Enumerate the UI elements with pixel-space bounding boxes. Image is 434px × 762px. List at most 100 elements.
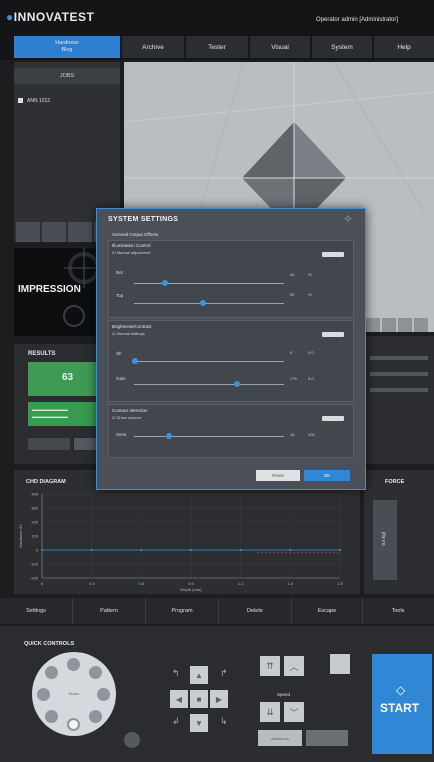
focus-square-button[interactable] [330,654,350,674]
image-tool-button[interactable] [366,318,380,332]
panel-tile[interactable] [42,222,66,242]
nav-visual[interactable]: Visual [250,36,311,58]
slider-thumb[interactable] [200,300,206,306]
autofocus-button[interactable]: Autofocus [258,730,302,746]
reset-button[interactable]: Reset [256,470,300,481]
slider-label: Bot [116,270,123,275]
aux-round-button[interactable] [124,732,140,748]
innovatest-logo: ●INNOVATEST [6,10,95,24]
z-fast-down-button[interactable]: ⇊ [260,702,280,722]
slider-track[interactable] [134,303,284,304]
toolbar-settings[interactable]: Settings [0,598,73,624]
x-axis-label: Depth (mm) [180,587,202,592]
y-tick-label: 200 [31,520,38,525]
turret-position[interactable] [67,658,80,671]
z-fast-up-button[interactable]: ⇈ [260,656,280,676]
nav-home-line1: Hardness [55,40,79,46]
manual-adjustment-checkbox[interactable]: ☑ Manual adjustment [112,250,151,255]
x-tick-label: 0 [41,581,44,586]
close-icon[interactable]: ✧ [343,212,353,226]
jobs-title: JOBS [14,68,120,84]
manual-settings-checkbox[interactable]: ☑ Manual settings [112,331,145,336]
right-info-panel [364,336,434,464]
slider-value: 0 [290,350,293,355]
corner-arrow-icon: ↱ [220,668,228,678]
turret-center-label: Home [68,691,80,696]
job-list-item[interactable]: ANN 1012 [18,96,116,106]
corner-arrow-icon: ↰ [172,668,180,678]
x-tick-label: 1.5 [288,581,294,586]
section-button[interactable] [322,332,344,337]
slider-label: Gain [116,376,126,381]
illumination-title: Illumination Control [112,243,151,248]
slider-track[interactable] [134,436,284,437]
series-point [190,549,192,551]
logo-text: INNOVATEST [13,10,95,24]
x-tick-label: 0.6 [139,581,145,586]
stage-left-button[interactable]: ◀ [170,690,188,708]
toolbar-tools[interactable]: Tools [363,598,433,624]
nav-archive[interactable]: Archive [122,36,185,58]
slider-track[interactable] [134,283,284,284]
z-down-button[interactable]: ﹀ [284,702,304,722]
slider-track[interactable] [134,361,284,362]
turret-position-active[interactable] [67,718,80,731]
show-contour-checkbox[interactable]: ☑ Show contour [112,415,141,420]
series-point [90,549,93,551]
image-tool-button[interactable] [398,318,412,332]
stage-down-button[interactable]: ▼ [190,714,208,732]
info-bar [370,372,428,376]
turret-position[interactable] [97,688,110,701]
nav-home-line2: Blog [61,47,73,53]
slider-label: Top [116,293,124,298]
slider-thumb[interactable] [132,358,138,364]
series-point [339,549,341,551]
stage-up-button[interactable]: ▲ [190,666,208,684]
image-tool-button[interactable] [414,318,428,332]
dialog-tabs[interactable]: General Output Offsets [112,232,158,237]
panel-tile[interactable] [16,222,40,242]
series-point [239,549,242,551]
section-button[interactable] [322,252,344,257]
toolbar-program[interactable]: Program [146,598,219,624]
image-tool-button[interactable] [382,318,396,332]
turret-position[interactable] [45,666,58,679]
slider-thumb[interactable] [234,381,240,387]
panel-tile[interactable] [68,222,92,242]
stage-right-button[interactable]: ▶ [210,690,228,708]
corner-arrow-icon: ↲ [172,716,180,726]
toolbar-delete[interactable]: Delete [219,598,292,624]
turret-position[interactable] [89,710,102,723]
nav-help[interactable]: Help [374,36,434,58]
toolbar-escape[interactable]: Escape [292,598,363,624]
nav-system[interactable]: System [312,36,373,58]
slider-label: Sens [116,432,127,437]
start-icon: ◇ [396,683,406,697]
slider-thumb[interactable] [166,433,172,439]
job-checkbox-icon[interactable] [18,98,23,104]
checkbox-label: Manual settings [116,331,145,336]
z-up-button[interactable]: ︿ [284,656,304,676]
toolbar-pattern[interactable]: Pattern [73,598,146,624]
stage-center-button[interactable]: ■ [190,690,208,708]
slider-unit: 0.0 [308,376,314,381]
secondary-button[interactable] [306,730,348,746]
y-tick-label: 400 [31,492,38,497]
turret-position[interactable] [45,710,58,723]
x-tick-label: 1.8 [337,581,343,586]
section-button[interactable] [322,416,344,421]
start-label: START [380,701,420,715]
ok-button[interactable]: OK [304,470,350,481]
y-tick-label: 300 [31,506,38,511]
y-tick-label: 0 [36,548,39,553]
nav-home-button[interactable]: Hardness Blog [14,36,121,58]
result-button[interactable] [28,438,70,450]
force-value: 0.5 kgf [381,532,386,546]
nav-tester[interactable]: Tester [186,36,249,58]
slider-track[interactable] [134,384,284,385]
series-point [41,549,43,551]
slider-thumb[interactable] [162,280,168,286]
turret-position[interactable] [37,688,50,701]
turret-position[interactable] [89,666,102,679]
contour-title: Contour detection [112,408,148,413]
